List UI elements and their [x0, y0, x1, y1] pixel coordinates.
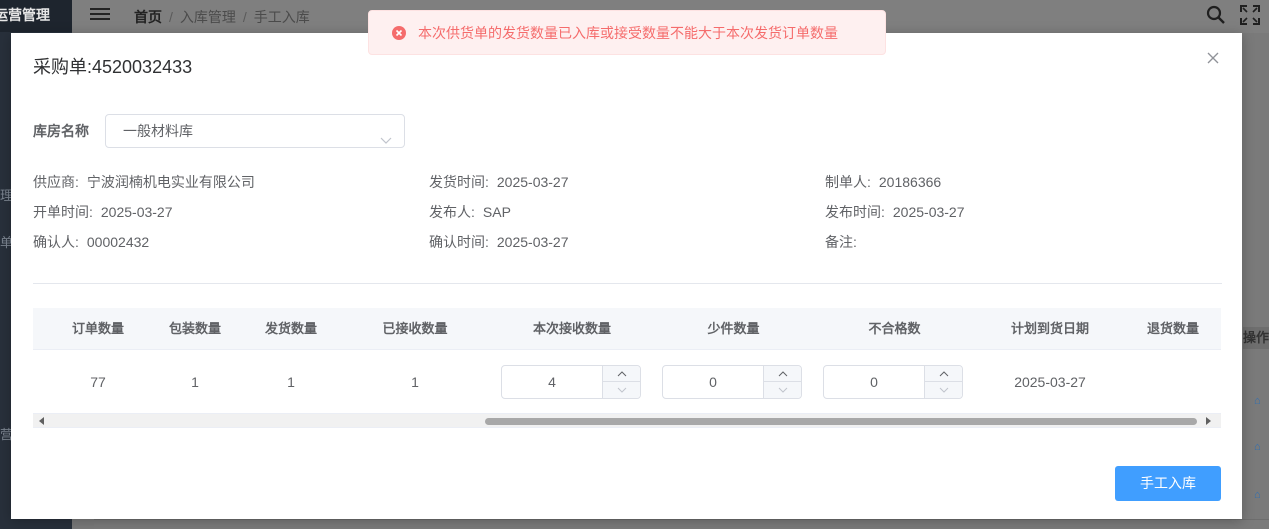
error-toast: 本次供货单的发货数量已入库或接受数量不能大于本次发货订单数量 — [368, 10, 886, 55]
chevron-down-icon[interactable] — [603, 382, 641, 398]
breadcrumb-level1[interactable]: 入库管理 — [180, 9, 236, 25]
column-header: 发货数量 — [264, 321, 317, 336]
column-header: 已接收数量 — [382, 321, 448, 336]
warehouse-field: 库房名称 一般材料库 — [33, 114, 405, 148]
table-header: 订单数量 包装数量 发货数量 已接收数量 本次接收数量 少件数量 不合格数 计划… — [33, 308, 1221, 350]
info-ship-time: 发货时间: 2025-03-27 — [429, 174, 569, 190]
close-icon[interactable] — [1206, 51, 1220, 65]
column-header: 计划到货日期 — [1010, 321, 1089, 336]
info-remark: 备注: — [825, 234, 857, 250]
cell-order-qty: 77 — [90, 374, 106, 390]
chevron-down-icon[interactable] — [764, 382, 802, 398]
row-edit-icon[interactable]: ⌂ — [1254, 489, 1264, 501]
search-icon[interactable] — [1205, 4, 1227, 26]
column-header: 本次接收数量 — [532, 321, 611, 336]
table-row: 77 1 1 1 4 0 0 2025-03-27 — [33, 350, 1221, 414]
row-edit-icon[interactable]: ⌂ — [1254, 441, 1264, 453]
info-supplier: 供应商: 宁波润楠机电实业有限公司 — [33, 174, 255, 190]
cell-return-qty — [1125, 350, 1221, 414]
bg-table-op-header: 操作 — [1243, 327, 1269, 349]
unqualified-qty-value[interactable]: 0 — [824, 366, 924, 398]
scrollbar-thumb[interactable] — [485, 418, 1197, 425]
info-creator: 制单人: 20186366 — [825, 174, 942, 190]
cell-received-qty: 1 — [411, 374, 419, 390]
toast-message: 本次供货单的发货数量已入库或接受数量不能大于本次发货订单数量 — [418, 24, 838, 41]
chevron-up-icon[interactable] — [925, 366, 963, 382]
error-circle-icon — [391, 25, 407, 41]
short-qty-stepper[interactable]: 0 — [662, 365, 802, 399]
info-open-time: 开单时间: 2025-03-27 — [33, 204, 173, 220]
receipt-table: 订单数量 包装数量 发货数量 已接收数量 本次接收数量 少件数量 不合格数 计划… — [33, 308, 1221, 414]
warehouse-select[interactable]: 一般材料库 — [105, 114, 405, 148]
warehouse-select-value: 一般材料库 — [123, 123, 193, 139]
bg-table-footer — [94, 519, 1269, 529]
info-publisher: 发布人: SAP — [429, 204, 511, 220]
breadcrumb: 首页 / 入库管理 / 手工入库 — [134, 9, 310, 25]
manual-inbound-button[interactable]: 手工入库 — [1115, 466, 1221, 501]
info-confirmer: 确认人: 00002432 — [33, 234, 150, 250]
column-header: 少件数量 — [707, 321, 760, 336]
chevron-down-icon — [380, 125, 392, 144]
cell-package-qty: 1 — [191, 374, 199, 390]
fullscreen-icon[interactable] — [1239, 4, 1261, 26]
receive-qty-value[interactable]: 4 — [502, 366, 602, 398]
warehouse-label: 库房名称 — [33, 123, 89, 139]
dialog-title: 采购单:4520032433 — [33, 57, 193, 77]
chevron-up-icon[interactable] — [764, 366, 802, 382]
column-header: 不合格数 — [868, 321, 921, 336]
receive-qty-stepper[interactable]: 4 — [501, 365, 641, 399]
row-edit-icon[interactable]: ⌂ — [1254, 395, 1264, 407]
short-qty-value[interactable]: 0 — [663, 366, 763, 398]
app-brand: 运营管理 — [0, 0, 72, 32]
breadcrumb-home[interactable]: 首页 — [134, 9, 162, 25]
divider — [33, 283, 1222, 284]
cell-planned-date: 2025-03-27 — [1014, 374, 1086, 390]
purchase-order-dialog: 采购单:4520032433 库房名称 一般材料库 供应商: 宁波润楠机电实业有限… — [11, 33, 1242, 519]
scroll-right-arrow-icon[interactable] — [1206, 417, 1211, 425]
column-header: 订单数量 — [71, 321, 124, 336]
chevron-down-icon[interactable] — [925, 382, 963, 398]
scroll-left-arrow-icon[interactable] — [39, 417, 44, 425]
info-publish-time: 发布时间: 2025-03-27 — [825, 204, 965, 220]
cell-ship-qty: 1 — [287, 374, 295, 390]
chevron-up-icon[interactable] — [603, 366, 641, 382]
breadcrumb-level2: 手工入库 — [253, 9, 310, 25]
unqualified-qty-stepper[interactable]: 0 — [823, 365, 963, 399]
column-header: 退货数量 — [1146, 321, 1199, 336]
column-header: 包装数量 — [168, 321, 221, 336]
info-confirm-time: 确认时间: 2025-03-27 — [429, 234, 569, 250]
horizontal-scrollbar[interactable] — [33, 414, 1221, 428]
menu-toggle-icon[interactable] — [90, 6, 110, 24]
